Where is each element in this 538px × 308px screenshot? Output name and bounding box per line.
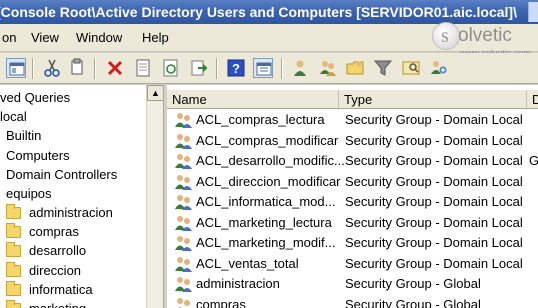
security-group-icon <box>175 236 192 251</box>
results-list[interactable]: Name Type D ACL_compras_lectura Security … <box>167 85 538 308</box>
toolbar: ? <box>0 53 538 84</box>
tree-item-administracion[interactable]: administracion <box>6 203 146 222</box>
tree-item-builtin[interactable]: Builtin <box>6 126 41 145</box>
users-icon[interactable] <box>290 58 310 78</box>
menu-help[interactable]: Help <box>142 24 169 52</box>
tree-item-computers[interactable]: Computers <box>6 146 70 165</box>
delete-icon[interactable] <box>105 58 125 78</box>
security-group-icon <box>175 113 192 128</box>
list-row[interactable]: compras Security Group - Global <box>167 295 538 308</box>
folder-icon[interactable] <box>345 58 365 78</box>
security-group-icon <box>175 195 192 210</box>
watermark-brand: olvetic <box>458 25 512 46</box>
folder-icon <box>6 300 21 308</box>
tree-item-domain[interactable]: local <box>0 107 27 126</box>
security-group-icon <box>175 175 192 190</box>
row-name: ACL_compras_modificar <box>196 133 339 148</box>
properties-icon[interactable] <box>133 58 153 78</box>
tree-item-marketing[interactable]: marketing <box>6 299 146 308</box>
tree-item-informatica[interactable]: informatica <box>6 280 146 299</box>
console-tree-icon[interactable] <box>253 58 273 78</box>
row-type: Security Group - Domain Local <box>345 153 523 168</box>
folder-icon <box>6 242 21 257</box>
security-group-icon <box>175 277 192 292</box>
cut-icon[interactable] <box>42 58 62 78</box>
add-group-icon[interactable] <box>429 58 449 78</box>
menu-view[interactable]: View <box>31 24 59 52</box>
tree-item-domain-controllers[interactable]: Domain Controllers <box>6 165 117 184</box>
list-row[interactable]: ACL_compras_modificar Security Group - Do… <box>167 131 538 151</box>
row-description: G <box>529 153 538 168</box>
tree-item-equipos[interactable]: equipos <box>6 184 52 203</box>
tree-item-desarrollo[interactable]: desarrollo <box>6 241 146 260</box>
watermark-logo: s <box>432 22 460 50</box>
row-name: ACL_marketing_lectura <box>196 215 332 230</box>
menu-window[interactable]: Window <box>76 24 122 52</box>
tree-item-direccion[interactable]: direccion <box>6 261 146 280</box>
list-row[interactable]: ACL_marketing_modif... Security Group - D… <box>167 233 538 253</box>
menu-action[interactable]: on <box>2 24 16 52</box>
window-title: [Console Root\Active Directory Users and… <box>0 4 517 20</box>
column-header-type[interactable]: Type <box>339 90 527 110</box>
list-row[interactable]: ACL_informatica_mod... Security Group - D… <box>167 192 538 212</box>
row-type: Security Group - Domain Local <box>345 235 523 250</box>
list-row[interactable]: ACL_ventas_total Security Group - Domain … <box>167 254 538 274</box>
security-group-icon <box>175 134 192 149</box>
list-row[interactable]: ACL_marketing_lectura Security Group - Do… <box>167 213 538 233</box>
refresh-icon[interactable] <box>161 58 181 78</box>
folder-icon <box>6 204 21 219</box>
security-group-icon <box>175 257 192 272</box>
row-name: ACL_marketing_modif... <box>196 235 336 250</box>
row-type: Security Group - Domain Local <box>345 174 523 189</box>
filter-icon[interactable] <box>373 58 393 78</box>
toolbar-separator <box>94 58 96 79</box>
list-row[interactable]: ACL_compras_lectura Security Group - Doma… <box>167 110 538 130</box>
row-name: ACL_informatica_mod... <box>196 194 336 209</box>
folder-icon <box>6 262 21 277</box>
title-bar: [Console Root\Active Directory Users and… <box>0 0 538 24</box>
scroll-up-button[interactable]: ▲ <box>147 85 163 101</box>
tree-scrollbar[interactable]: ▲ <box>146 85 163 308</box>
list-row[interactable]: administracion Security Group - Global <box>167 274 538 294</box>
row-name: ACL_desarrollo_modific... <box>196 153 345 168</box>
toolbar-separator <box>32 58 34 79</box>
row-type: Security Group - Domain Local <box>345 112 523 127</box>
copy-icon[interactable] <box>68 58 88 78</box>
user-group-icon[interactable] <box>318 58 338 78</box>
row-type: Security Group - Global <box>345 297 481 308</box>
toolbar-separator <box>216 58 218 79</box>
row-type: Security Group - Domain Local <box>345 215 523 230</box>
security-group-icon <box>175 216 192 231</box>
row-type: Security Group - Domain Local <box>345 194 523 209</box>
list-header: Name Type D <box>167 89 538 110</box>
row-name: compras <box>196 297 246 308</box>
export-icon[interactable] <box>189 58 209 78</box>
view-pane-icon[interactable] <box>6 58 26 78</box>
list-row[interactable]: ACL_direccion_modificar Security Group - … <box>167 172 538 192</box>
row-name: ACL_direccion_modificar <box>196 174 341 189</box>
find-icon[interactable] <box>401 58 421 78</box>
help-icon[interactable]: ? <box>226 58 246 78</box>
folder-icon <box>6 223 21 238</box>
list-row[interactable]: ACL_desarrollo_modific... Security Group … <box>167 151 538 171</box>
close-button[interactable] <box>528 2 538 22</box>
row-type: Security Group - Global <box>345 276 481 291</box>
console-tree[interactable]: ved Queries local Builtin Computers Doma… <box>0 85 164 308</box>
row-name: administracion <box>196 276 280 291</box>
column-header-description[interactable]: D <box>527 90 538 110</box>
toolbar-separator <box>281 58 283 79</box>
tree-item-saved-queries[interactable]: ved Queries <box>0 88 70 107</box>
svg-text:?: ? <box>232 61 240 76</box>
row-type: Security Group - Domain Local <box>345 133 523 148</box>
row-type: Security Group - Domain Local <box>345 256 523 271</box>
row-name: ACL_compras_lectura <box>196 112 325 127</box>
folder-icon <box>6 281 21 296</box>
security-group-icon <box>177 298 190 308</box>
column-header-name[interactable]: Name <box>167 90 339 110</box>
row-name: ACL_ventas_total <box>196 256 299 271</box>
tree-item-compras[interactable]: compras <box>6 222 146 241</box>
security-group-icon <box>175 154 192 169</box>
